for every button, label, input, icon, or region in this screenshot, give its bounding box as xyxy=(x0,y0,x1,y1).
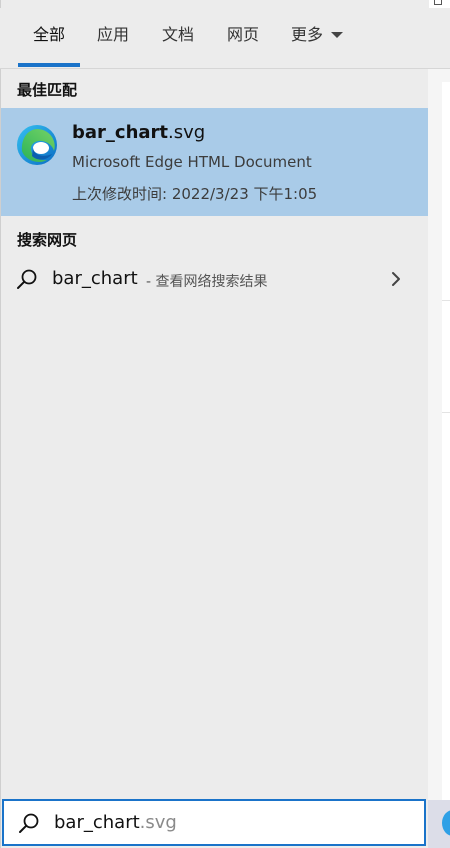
search-input[interactable]: bar_chart.svg xyxy=(2,799,426,846)
caret-down-icon xyxy=(331,31,344,38)
preview-pane xyxy=(428,68,450,800)
web-search-result[interactable]: bar_chart - 查看网络搜索结果 xyxy=(1,258,428,300)
chevron-right-icon[interactable] xyxy=(389,270,403,288)
tab-label: 应用 xyxy=(97,25,130,44)
tab-all[interactable]: 全部 xyxy=(18,8,81,67)
search-input-text: bar_chart.svg xyxy=(54,812,177,833)
tab-label: 全部 xyxy=(33,25,66,44)
tab-more[interactable]: 更多 xyxy=(291,8,344,67)
taskbar xyxy=(428,800,450,848)
web-search-hint: - 查看网络搜索结果 xyxy=(146,274,268,290)
divider xyxy=(442,300,450,301)
tab-web[interactable]: 网页 xyxy=(227,8,259,67)
tab-label: 文档 xyxy=(162,25,195,44)
tab-label: 更多 xyxy=(291,25,324,44)
result-modified: 上次修改时间: 2022/3/23 下午1:05 xyxy=(72,185,318,203)
search-typed-text: bar_chart xyxy=(54,812,140,833)
tab-apps[interactable]: 应用 xyxy=(97,8,129,67)
window-control-icon xyxy=(434,0,442,5)
best-match-heading: 最佳匹配 xyxy=(17,81,78,99)
search-icon xyxy=(17,269,37,289)
divider xyxy=(442,412,450,413)
search-autocomplete: .svg xyxy=(139,812,177,833)
taskbar-edge-icon[interactable] xyxy=(442,810,450,836)
filter-tabs: 全部 应用 文档 网页 更多 xyxy=(0,8,450,69)
tab-label: 网页 xyxy=(227,25,260,44)
result-name-match: bar_chart xyxy=(72,122,169,143)
tab-documents[interactable]: 文档 xyxy=(162,8,194,67)
result-type: Microsoft Edge HTML Document xyxy=(72,153,312,171)
search-screen: 全部 应用 文档 网页 更多 最佳匹配 bar_chart.svg Micros… xyxy=(0,0,450,848)
web-search-query: bar_chart xyxy=(52,268,138,289)
result-name-extension: .svg xyxy=(168,122,206,143)
result-title: bar_chart.svg xyxy=(72,122,205,143)
edge-icon xyxy=(17,125,57,165)
best-match-result[interactable]: bar_chart.svg Microsoft Edge HTML Docume… xyxy=(1,108,428,216)
active-tab-indicator xyxy=(18,63,81,67)
search-icon xyxy=(19,813,39,833)
preview-card xyxy=(442,82,450,800)
web-search-heading: 搜索网页 xyxy=(17,231,78,249)
